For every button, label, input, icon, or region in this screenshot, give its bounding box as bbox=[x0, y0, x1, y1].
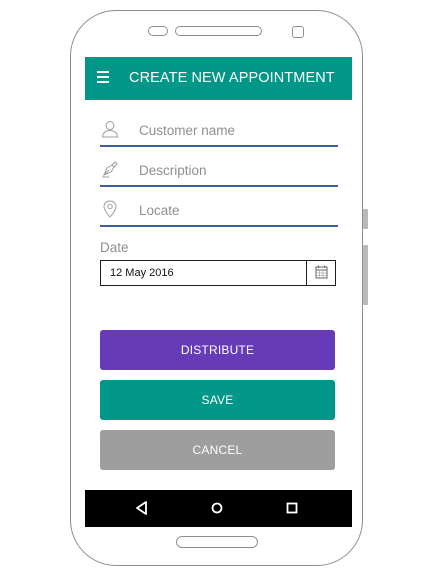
recents-square-icon[interactable] bbox=[284, 500, 300, 516]
back-triangle-icon[interactable] bbox=[134, 500, 150, 516]
phone-speaker bbox=[175, 26, 262, 36]
map-pin-icon bbox=[103, 200, 117, 218]
description-field bbox=[100, 157, 338, 187]
page-title: CREATE NEW APPOINTMENT bbox=[129, 70, 335, 86]
person-icon bbox=[101, 121, 119, 138]
calendar-button[interactable] bbox=[306, 261, 335, 285]
calendar-icon bbox=[315, 265, 328, 279]
hamburger-menu-icon[interactable] bbox=[97, 71, 109, 83]
pen-icon bbox=[102, 161, 118, 178]
app-bar: CREATE NEW APPOINTMENT bbox=[85, 57, 352, 100]
locate-field bbox=[100, 197, 338, 227]
phone-sensor-left bbox=[148, 26, 168, 36]
phone-side-button-power bbox=[363, 245, 368, 305]
distribute-button[interactable]: DISTRIBUTE bbox=[100, 330, 335, 370]
save-button[interactable]: SAVE bbox=[100, 380, 335, 420]
phone-side-button-volume bbox=[363, 209, 368, 229]
cancel-button[interactable]: CANCEL bbox=[100, 430, 335, 470]
home-circle-icon[interactable] bbox=[209, 500, 225, 516]
android-navigation-bar bbox=[85, 490, 352, 527]
date-value[interactable]: 12 May 2016 bbox=[110, 267, 174, 279]
customer-name-field bbox=[100, 117, 338, 147]
customer-name-input[interactable] bbox=[139, 121, 329, 139]
phone-home-button[interactable] bbox=[176, 536, 258, 548]
cancel-button-label: CANCEL bbox=[192, 443, 243, 457]
distribute-button-label: DISTRIBUTE bbox=[180, 343, 255, 357]
app-screen: CREATE NEW APPOINTMENT Date 12 May 2016 bbox=[85, 57, 352, 527]
date-label: Date bbox=[100, 240, 129, 255]
date-picker[interactable]: 12 May 2016 bbox=[100, 260, 336, 286]
description-input[interactable] bbox=[139, 161, 329, 179]
save-button-label: SAVE bbox=[201, 393, 234, 407]
phone-camera bbox=[292, 26, 304, 38]
locate-input[interactable] bbox=[139, 201, 329, 219]
